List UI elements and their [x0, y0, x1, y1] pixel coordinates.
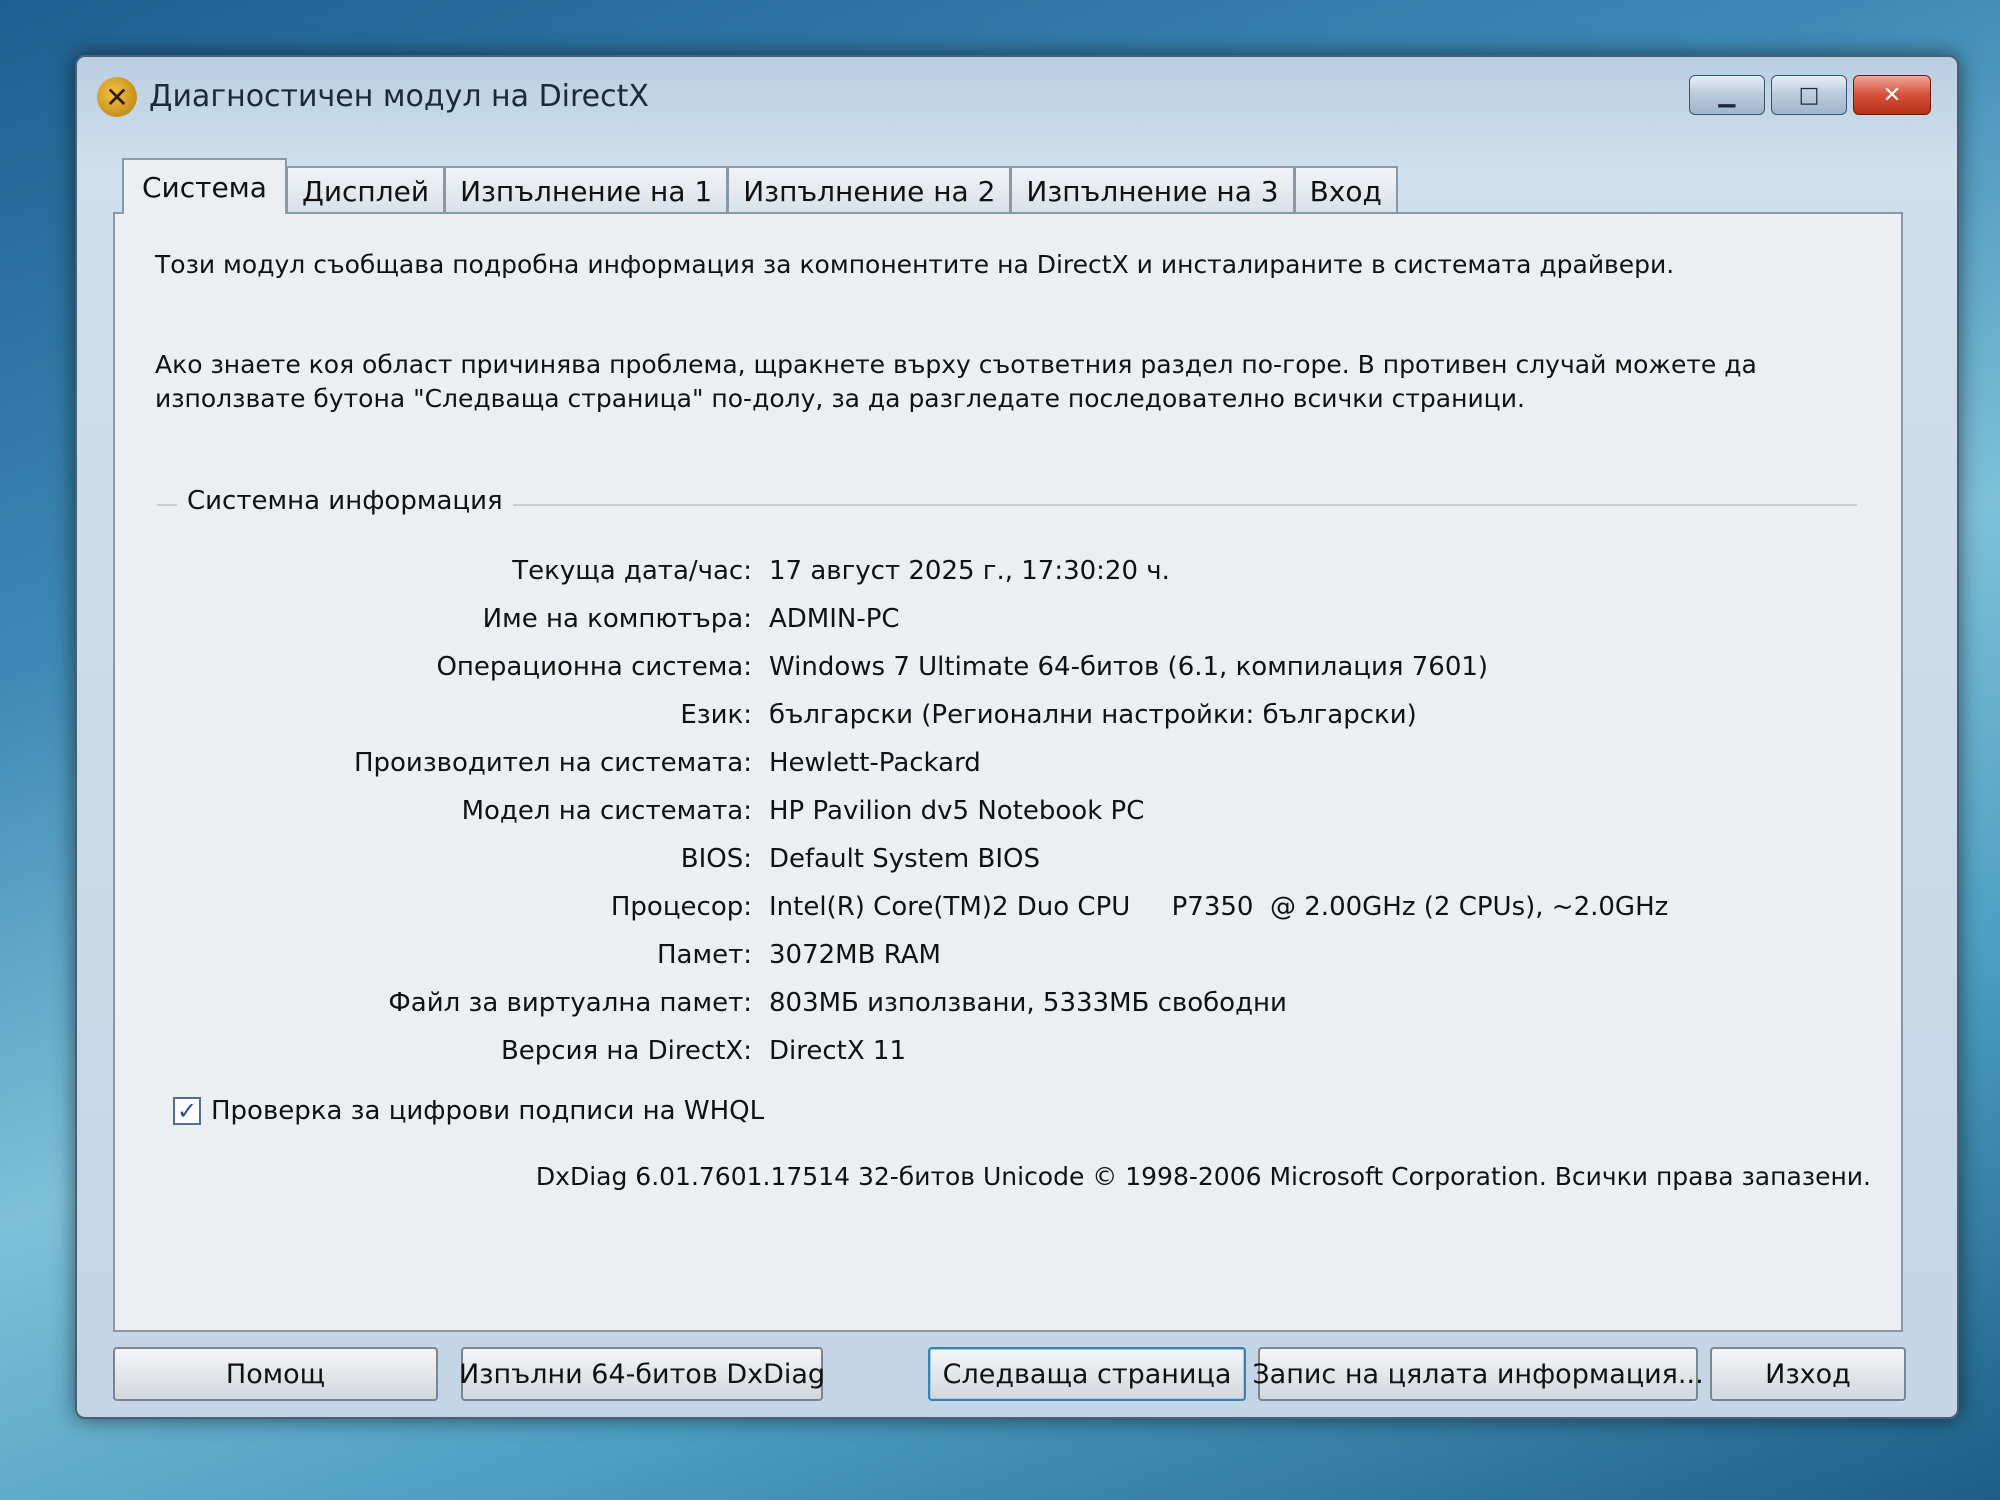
- tab-render-1[interactable]: Изпълнение на 1: [444, 166, 729, 214]
- minimize-button[interactable]: ▁: [1689, 75, 1765, 115]
- group-title: Системна информация: [177, 486, 513, 516]
- whql-checkbox[interactable]: ✓: [173, 1097, 201, 1125]
- info-row-language: Език: български (Регионални настройки: б…: [157, 700, 1857, 740]
- maximize-icon: □: [1798, 82, 1820, 108]
- info-row-model: Модел на системата: HP Pavilion dv5 Note…: [157, 796, 1857, 836]
- directx-icon: ✕: [97, 77, 137, 117]
- info-value: ADMIN-PC: [769, 604, 900, 634]
- info-value: 17 август 2025 г., 17:30:20 ч.: [769, 556, 1170, 586]
- info-row-directx-version: Версия на DirectX: DirectX 11: [157, 1036, 1857, 1076]
- info-label: Производител на системата:: [353, 748, 752, 778]
- window-title: Диагностичен модул на DirectX: [149, 79, 649, 114]
- info-label: Модел на системата:: [461, 796, 752, 826]
- tab-strip: Система Дисплей Изпълнение на 1 Изпълнен…: [122, 158, 1398, 214]
- info-value: Hewlett-Packard: [769, 748, 981, 778]
- info-value: HP Pavilion dv5 Notebook PC: [769, 796, 1145, 826]
- tab-display[interactable]: Дисплей: [285, 166, 446, 214]
- info-label: BIOS:: [680, 844, 752, 874]
- info-value: DirectX 11: [769, 1036, 907, 1066]
- window-controls: ▁ □ ✕: [1689, 75, 1931, 115]
- system-info-group: Системна информация Текуща дата/час: 17 …: [157, 486, 1857, 1076]
- save-all-information-button[interactable]: Запис на цялата информация...: [1252, 1347, 1704, 1401]
- info-label: Текуща дата/час:: [512, 556, 752, 586]
- info-value: Windows 7 Ultimate 64-битов (6.1, компил…: [769, 652, 1489, 682]
- maximize-button[interactable]: □: [1771, 75, 1847, 115]
- info-label: Памет:: [657, 940, 752, 970]
- intro-text-3: използвате бутона "Следваща страница" по…: [155, 384, 1525, 413]
- next-page-button[interactable]: Следваща страница: [928, 1347, 1246, 1401]
- info-row-os: Операционна система: Windows 7 Ultimate …: [157, 652, 1857, 692]
- info-row-memory: Памет: 3072MB RAM: [157, 940, 1857, 980]
- minimize-icon: ▁: [1718, 82, 1736, 108]
- run-64bit-dxdiag-button[interactable]: Изпълни 64-битов DxDiag: [459, 1347, 825, 1401]
- tab-render-2[interactable]: Изпълнение на 2: [727, 166, 1012, 214]
- tab-render-3[interactable]: Изпълнение на 3: [1010, 166, 1295, 214]
- tab-input[interactable]: Вход: [1293, 166, 1398, 214]
- info-value: 3072MB RAM: [769, 940, 941, 970]
- help-button[interactable]: Помощ: [113, 1347, 438, 1401]
- whql-checkbox-label[interactable]: Проверка за цифрови подписи на WHQL: [211, 1096, 764, 1126]
- info-value: Default System BIOS: [769, 844, 1040, 874]
- close-icon: ✕: [1882, 82, 1902, 108]
- info-value: 803МБ използвани, 5333МБ свободни: [769, 988, 1287, 1018]
- whql-check[interactable]: ✓ Проверка за цифрови подписи на WHQL: [173, 1096, 764, 1126]
- info-label: Име на компютъра:: [482, 604, 752, 634]
- info-row-processor: Процесор: Intel(R) Core(TM)2 Duo CPU P73…: [157, 892, 1857, 932]
- tab-system[interactable]: Система: [122, 158, 287, 214]
- info-label: Операционна система:: [436, 652, 752, 682]
- info-value: български (Регионални настройки: българс…: [769, 700, 1417, 730]
- system-tab-panel: Този модул съобщава подробна информация …: [113, 212, 1903, 1332]
- exit-button[interactable]: Изход: [1710, 1347, 1906, 1401]
- info-row-manufacturer: Производител на системата: Hewlett-Packa…: [157, 748, 1857, 788]
- info-label: Процесор:: [610, 892, 752, 922]
- info-row-computer-name: Име на компютъра: ADMIN-PC: [157, 604, 1857, 644]
- info-row-bios: BIOS: Default System BIOS: [157, 844, 1857, 884]
- dxdiag-window: ✕ Диагностичен модул на DirectX ▁ □ ✕ Си…: [75, 55, 1959, 1419]
- info-label: Език:: [680, 700, 752, 730]
- title-bar[interactable]: ✕ Диагностичен модул на DirectX ▁ □ ✕: [77, 57, 1957, 147]
- info-label: Файл за виртуална памет:: [388, 988, 752, 1018]
- info-row-page-file: Файл за виртуална памет: 803МБ използван…: [157, 988, 1857, 1028]
- info-value: Intel(R) Core(TM)2 Duo CPU P7350 @ 2.00G…: [769, 892, 1669, 922]
- info-row-datetime: Текуща дата/час: 17 август 2025 г., 17:3…: [157, 556, 1857, 596]
- intro-text-2: Ако знаете коя област причинява проблема…: [155, 350, 1757, 379]
- close-button[interactable]: ✕: [1853, 75, 1931, 115]
- copyright-text: DxDiag 6.01.7601.17514 32-битов Unicode …: [535, 1162, 1871, 1191]
- info-label: Версия на DirectX:: [500, 1036, 752, 1066]
- intro-text-1: Този модул съобщава подробна информация …: [155, 250, 1675, 279]
